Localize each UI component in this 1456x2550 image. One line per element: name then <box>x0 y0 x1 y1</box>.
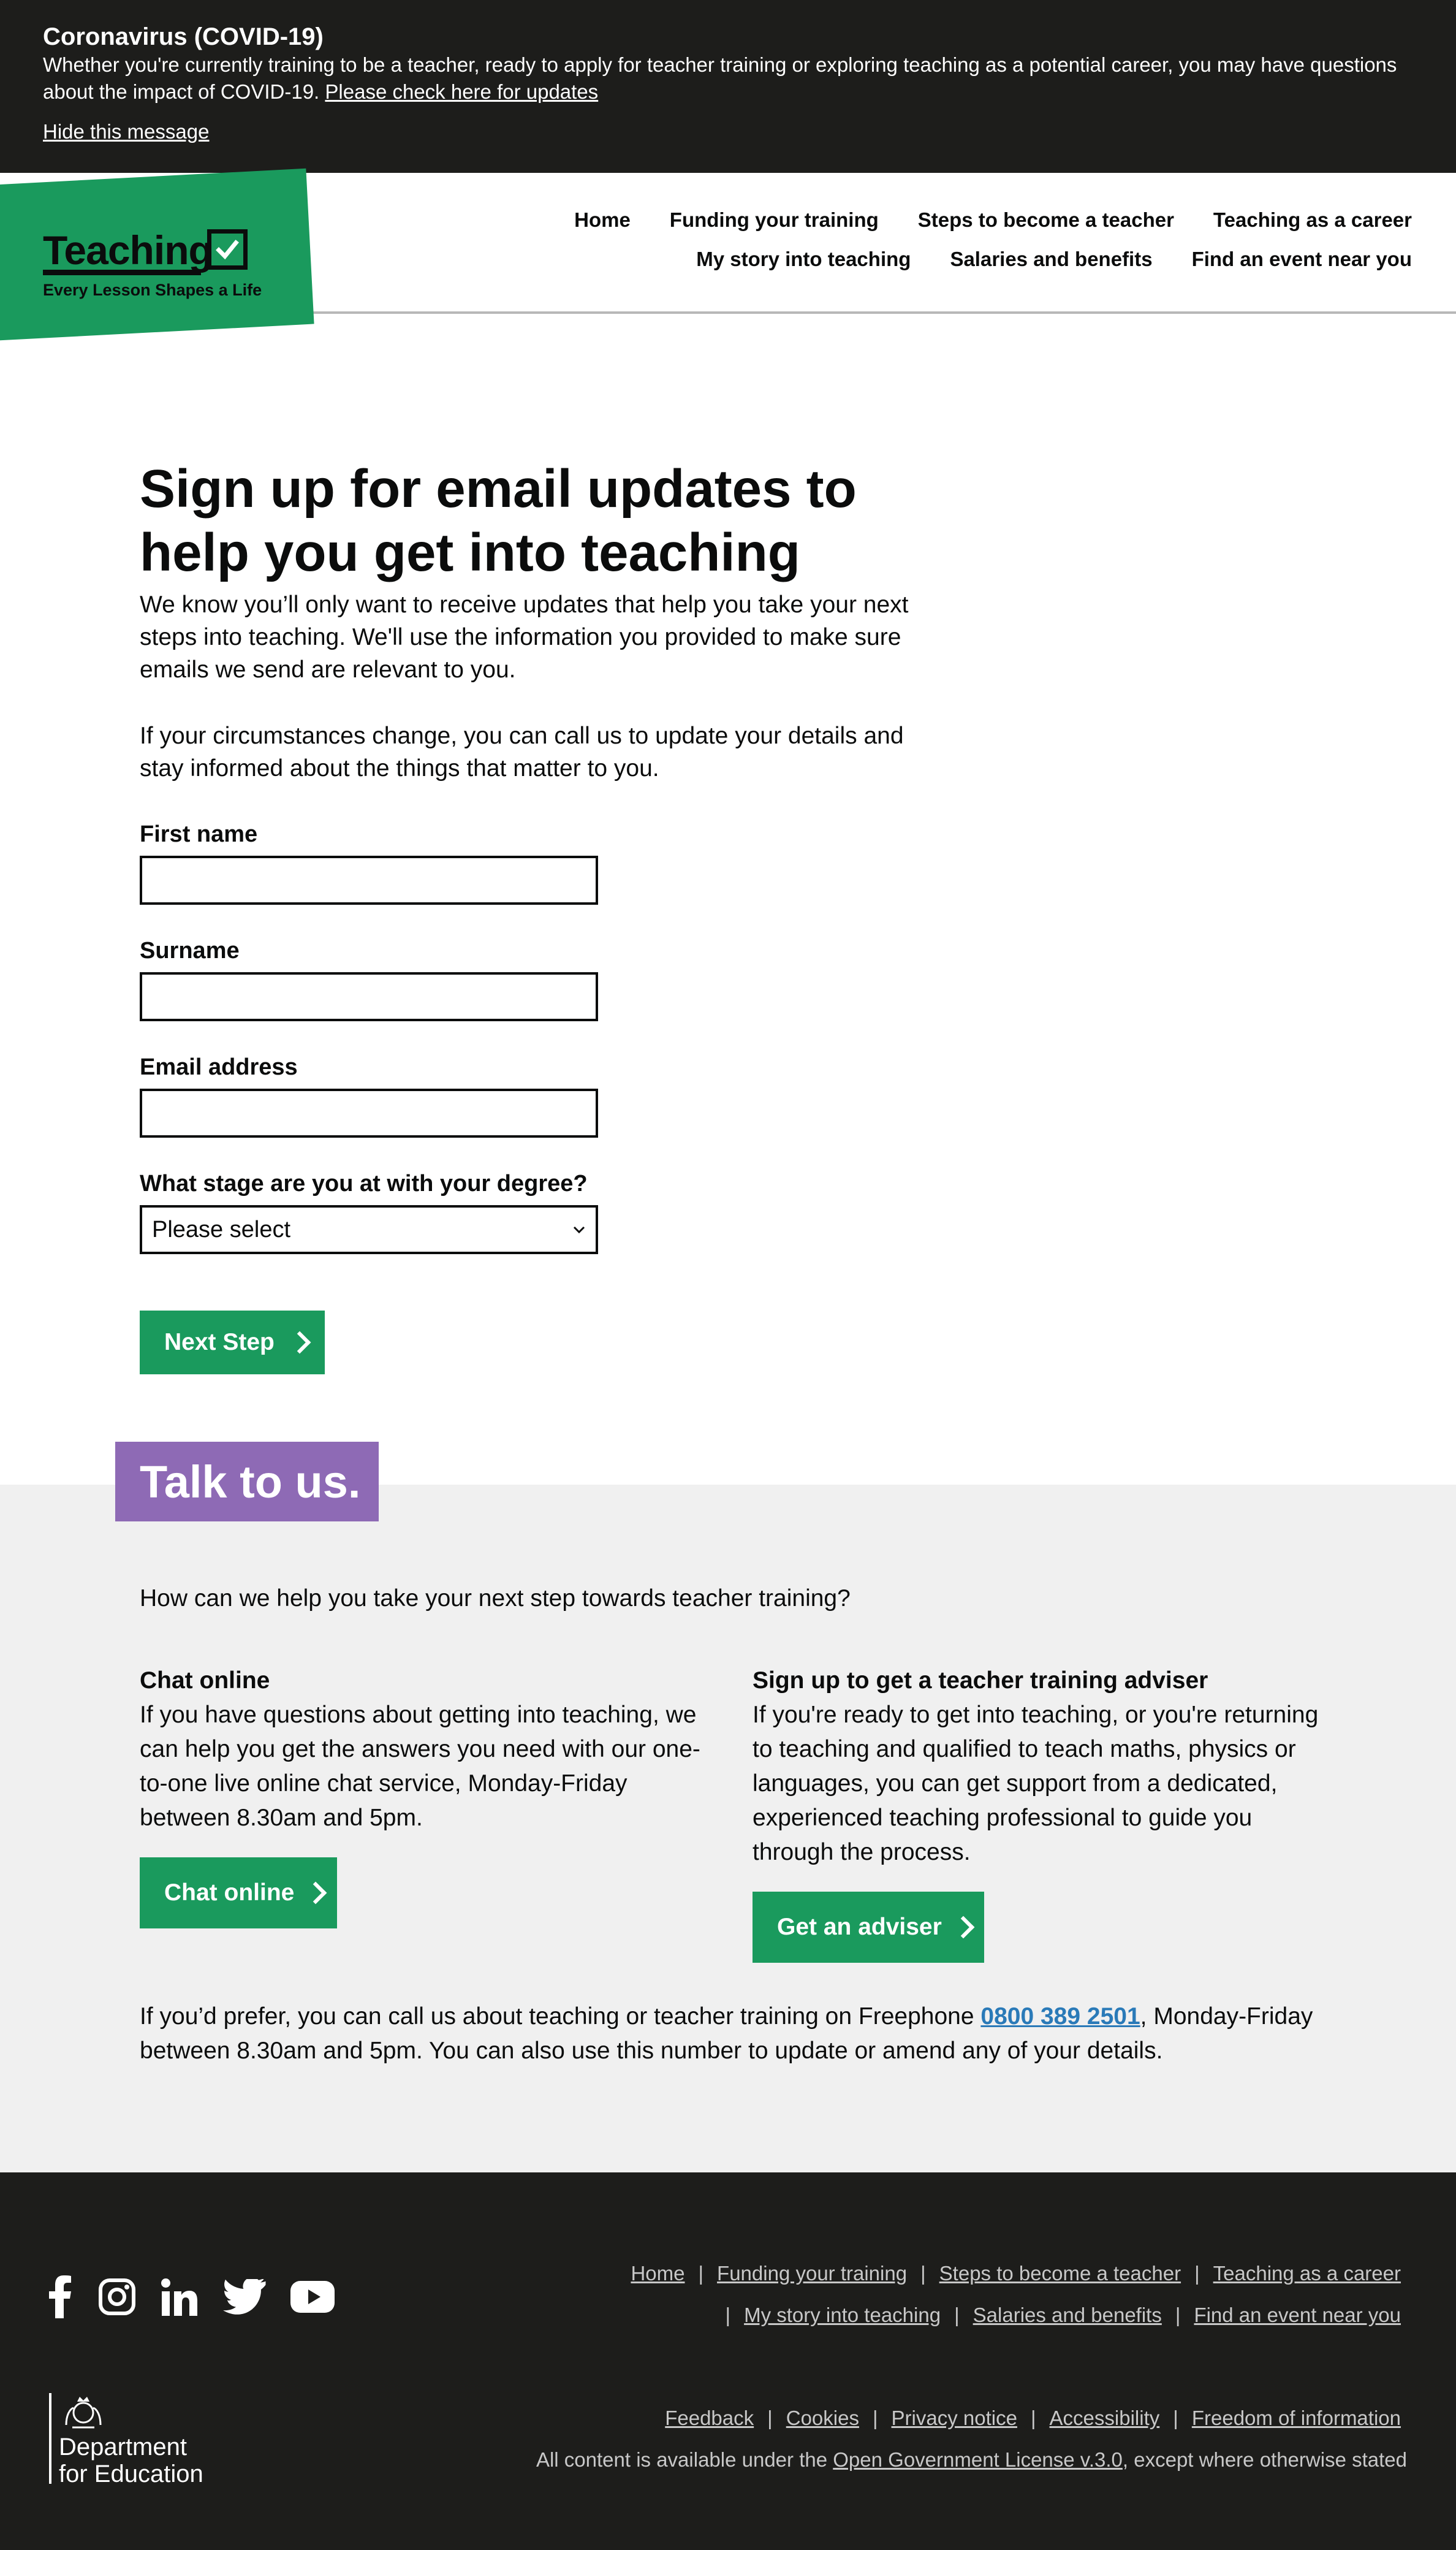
footer-link-feedback[interactable]: Feedback <box>665 2407 754 2430</box>
separator: | <box>872 2407 878 2429</box>
separator: | <box>698 2262 704 2285</box>
footer-link-accessibility[interactable]: Accessibility <box>1050 2407 1160 2430</box>
checkmark-icon <box>207 229 248 270</box>
dfe-line-1: Department <box>59 2434 187 2461</box>
footer-link-foi[interactable]: Freedom of information <box>1192 2407 1401 2430</box>
footer-link-privacy[interactable]: Privacy notice <box>892 2407 1017 2430</box>
covid-text: Whether you're currently training to be … <box>43 51 1416 105</box>
surname-input[interactable] <box>140 972 598 1021</box>
chat-title: Chat online <box>140 1667 270 1694</box>
nav-events[interactable]: Find an event near you <box>1192 248 1412 271</box>
email-input[interactable] <box>140 1089 598 1138</box>
nav-steps[interactable]: Steps to become a teacher <box>918 208 1174 232</box>
logo-underline <box>43 270 201 275</box>
footer-nav-row-2: | My story into teaching | Salaries and b… <box>712 2304 1401 2327</box>
get-adviser-label: Get an adviser <box>777 1914 942 1940</box>
first-name-label: First name <box>140 821 258 847</box>
intro-paragraph-2: If your circumstances change, you can ca… <box>140 723 904 782</box>
degree-select[interactable]: Please select <box>140 1205 598 1254</box>
covid-message: Whether you're currently training to be … <box>43 53 1397 103</box>
main-nav-row-2: My story into teaching Salaries and bene… <box>696 248 1412 271</box>
footer-nav-row-3: Feedback | Cookies | Privacy notice | Acces… <box>665 2407 1401 2430</box>
separator: | <box>954 2304 960 2326</box>
footer-link-cookies[interactable]: Cookies <box>786 2407 859 2430</box>
footer-link-my-story[interactable]: My story into teaching <box>744 2304 941 2327</box>
talk-heading: Talk to us. <box>115 1442 379 1521</box>
separator: | <box>1030 2407 1036 2429</box>
nav-my-story[interactable]: My story into teaching <box>696 248 911 271</box>
separator: | <box>725 2304 731 2326</box>
dfe-line-2: for Education <box>59 2461 203 2487</box>
email-label: Email address <box>140 1054 298 1080</box>
nav-funding[interactable]: Funding your training <box>670 208 879 232</box>
covid-updates-link[interactable]: Please check here for updates <box>325 80 598 103</box>
intro-paragraph-1: We know you’ll only want to receive upda… <box>140 592 909 683</box>
footer-link-home[interactable]: Home <box>631 2262 684 2285</box>
chevron-right-icon <box>304 1881 327 1905</box>
separator: | <box>1175 2304 1181 2326</box>
get-adviser-button[interactable]: Get an adviser <box>753 1892 984 1963</box>
logo-wordmark[interactable]: Teaching <box>43 227 213 273</box>
chat-online-button[interactable]: Chat online <box>140 1857 337 1928</box>
license-pre: All content is available under the <box>536 2448 828 2471</box>
chevron-right-icon <box>952 1916 975 1939</box>
chevron-down-icon <box>573 1226 585 1234</box>
footer-link-steps[interactable]: Steps to become a teacher <box>939 2262 1181 2285</box>
hide-message-link[interactable]: Hide this message <box>43 120 209 143</box>
phone-link[interactable]: 0800 389 2501 <box>980 2003 1140 2030</box>
linkedin-icon[interactable] <box>161 2278 199 2316</box>
nav-career[interactable]: Teaching as a career <box>1213 208 1412 232</box>
instagram-icon[interactable] <box>98 2278 136 2316</box>
next-step-button[interactable]: Next Step <box>140 1311 325 1374</box>
chat-online-label: Chat online <box>164 1879 295 1906</box>
royal-crest-icon <box>65 2397 102 2429</box>
footer-link-career[interactable]: Teaching as a career <box>1213 2262 1401 2285</box>
license-notice: All content is available under the Open … <box>536 2448 1407 2472</box>
chat-text: If you have questions about getting into… <box>140 1702 700 1831</box>
adviser-title: Sign up to get a teacher training advise… <box>753 1667 1208 1694</box>
main-nav-row-1: Home Funding your training Steps to beco… <box>574 208 1412 232</box>
dfe-logo-rule <box>49 2393 51 2484</box>
footer-link-events[interactable]: Find an event near you <box>1194 2304 1401 2327</box>
nav-home[interactable]: Home <box>574 208 631 232</box>
separator: | <box>1194 2262 1200 2285</box>
next-step-label: Next Step <box>164 1329 275 1355</box>
chevron-right-icon <box>288 1331 311 1354</box>
social-links <box>47 2275 335 2318</box>
site-footer <box>0 2172 1456 2550</box>
degree-select-value: Please select <box>152 1216 291 1243</box>
phone-paragraph: If you’d prefer, you can call us about t… <box>140 2000 1329 2068</box>
page-title: Sign up for email updates to help you ge… <box>140 459 857 582</box>
logo-tagline: Every Lesson Shapes a Life <box>43 281 262 299</box>
twitter-icon[interactable] <box>223 2279 266 2315</box>
separator: | <box>1173 2407 1178 2429</box>
degree-label: What stage are you at with your degree? <box>140 1171 588 1197</box>
first-name-input[interactable] <box>140 856 598 905</box>
surname-label: Surname <box>140 938 240 964</box>
covid-title: Coronavirus (COVID-19) <box>43 23 324 50</box>
separator: | <box>767 2407 773 2429</box>
facebook-icon[interactable] <box>47 2275 74 2318</box>
license-post: , except where otherwise stated <box>1122 2448 1407 2471</box>
footer-nav-row-1: Home | Funding your training | Steps to be… <box>631 2262 1401 2285</box>
talk-question: How can we help you take your next step … <box>140 1585 851 1612</box>
phone-intro: If you’d prefer, you can call us about t… <box>140 2003 974 2030</box>
youtube-icon[interactable] <box>290 2281 335 2313</box>
adviser-text: If you're ready to get into teaching, or… <box>753 1702 1319 1865</box>
footer-link-salaries[interactable]: Salaries and benefits <box>973 2304 1162 2327</box>
separator: | <box>920 2262 926 2285</box>
footer-link-funding[interactable]: Funding your training <box>717 2262 907 2285</box>
dfe-logo-text[interactable]: Department for Education <box>59 2434 203 2487</box>
covid-banner: Coronavirus (COVID-19) Whether you're cu… <box>0 0 1456 173</box>
nav-salaries[interactable]: Salaries and benefits <box>950 248 1152 271</box>
license-link[interactable]: Open Government License v.3.0 <box>833 2448 1123 2471</box>
